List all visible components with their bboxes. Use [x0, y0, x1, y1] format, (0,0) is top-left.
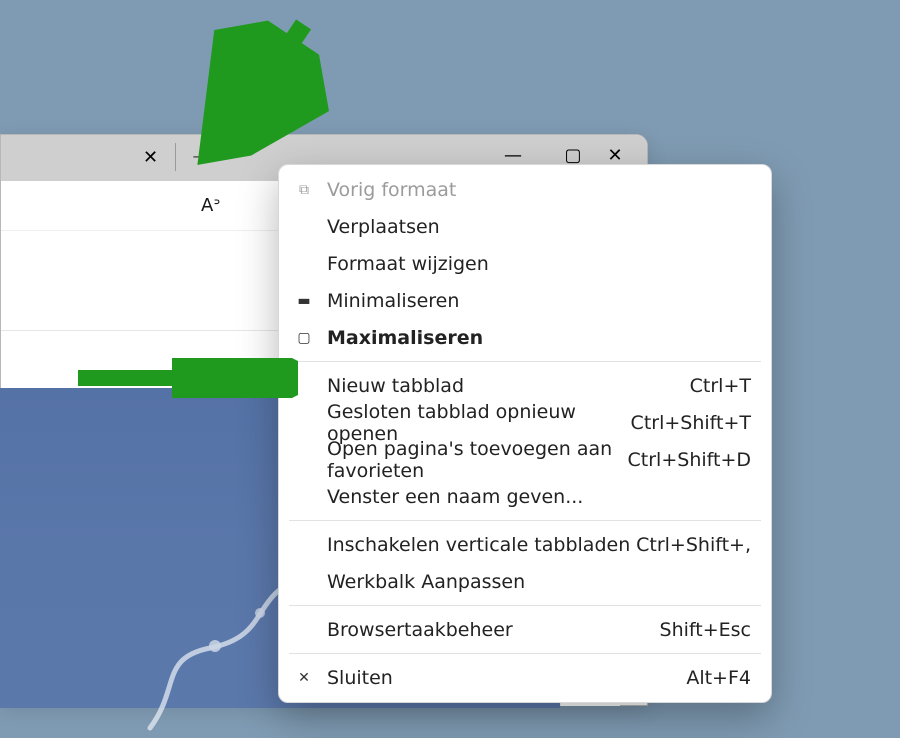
- menu-item-label: Minimaliseren: [327, 290, 459, 312]
- menu-item-label: Werkbalk Aanpassen: [327, 571, 525, 593]
- read-aloud-icon[interactable]: Aᐣ: [201, 195, 220, 216]
- menu-item-label: Nieuw tabblad: [327, 375, 464, 397]
- menu-item-label: Venster een naam geven...: [327, 486, 583, 508]
- menu-item-browsertaakbeheer[interactable]: Browsertaakbeheer Shift+Esc: [279, 611, 771, 648]
- menu-item-shortcut: Ctrl+Shift+D: [628, 449, 751, 471]
- menu-item-maximaliseren[interactable]: ▢ Maximaliseren: [279, 319, 771, 356]
- menu-item-open-pagina-s-toevoegen-aan-favorieten[interactable]: Open pagina's toevoegen aan favorietenCt…: [279, 441, 771, 478]
- menu-separator: [289, 653, 761, 654]
- window-maximize-button[interactable]: ▢: [559, 145, 587, 166]
- annotation-arrow-icon: [78, 358, 298, 398]
- menu-item-sluiten[interactable]: ✕ Sluiten Alt+F4: [279, 659, 771, 696]
- menu-item-gesloten-tabblad-opnieuw-openen[interactable]: Gesloten tabblad opnieuw openenCtrl+Shif…: [279, 404, 771, 441]
- menu-item-formaat-wijzigen[interactable]: Formaat wijzigen: [279, 245, 771, 282]
- menu-item-label: Open pagina's toevoegen aan favorieten: [327, 438, 628, 482]
- annotation-arrow-icon: [174, 13, 334, 165]
- menu-item-label: Sluiten: [327, 667, 393, 689]
- menu-item-shortcut: Alt+F4: [686, 667, 751, 689]
- menu-item-inschakelen-verticale-tabbladen[interactable]: Inschakelen verticale tabbladen Ctrl+Shif…: [279, 526, 771, 563]
- menu-item-nieuw-tabblad[interactable]: Nieuw tabblad Ctrl+T: [279, 367, 771, 404]
- menu-item-label: Formaat wijzigen: [327, 253, 489, 275]
- menu-item-shortcut: Ctrl+T: [690, 375, 751, 397]
- menu-item-minimaliseren[interactable]: ▬ Minimaliseren: [279, 282, 771, 319]
- menu-item-label: Vorig formaat: [327, 179, 456, 201]
- menu-item-verplaatsen[interactable]: Verplaatsen: [279, 208, 771, 245]
- title-bar-context-menu: ⧉ Vorig formaat Verplaatsen Formaat wijzige…: [278, 164, 772, 703]
- menu-item-label: Inschakelen verticale tabbladen: [327, 534, 630, 556]
- menu-item-icon: ▢: [295, 330, 313, 346]
- menu-item-shortcut: Ctrl+Shift+T: [631, 412, 751, 434]
- menu-item-label: Verplaatsen: [327, 216, 440, 238]
- menu-item-icon: ⧉: [295, 182, 313, 198]
- window-close-button[interactable]: ✕: [601, 145, 629, 166]
- menu-separator: [289, 361, 761, 362]
- window-minimize-button[interactable]: —: [499, 145, 527, 166]
- menu-item-icon: ▬: [295, 293, 313, 309]
- menu-item-werkbalk-aanpassen[interactable]: Werkbalk Aanpassen: [279, 563, 771, 600]
- tab-separator: [175, 143, 176, 171]
- tab-close-button[interactable]: ✕: [143, 147, 158, 168]
- menu-item-label: Browsertaakbeheer: [327, 619, 513, 641]
- menu-item-shortcut: Shift+Esc: [660, 619, 751, 641]
- menu-separator: [289, 520, 761, 521]
- menu-separator: [289, 605, 761, 606]
- menu-item-icon: ✕: [295, 670, 313, 686]
- menu-item-venster-een-naam-geven[interactable]: Venster een naam geven...: [279, 478, 771, 515]
- menu-item-label: Maximaliseren: [327, 327, 483, 349]
- menu-item-vorig-formaat: ⧉ Vorig formaat: [279, 171, 771, 208]
- menu-item-shortcut: Ctrl+Shift+,: [636, 534, 751, 556]
